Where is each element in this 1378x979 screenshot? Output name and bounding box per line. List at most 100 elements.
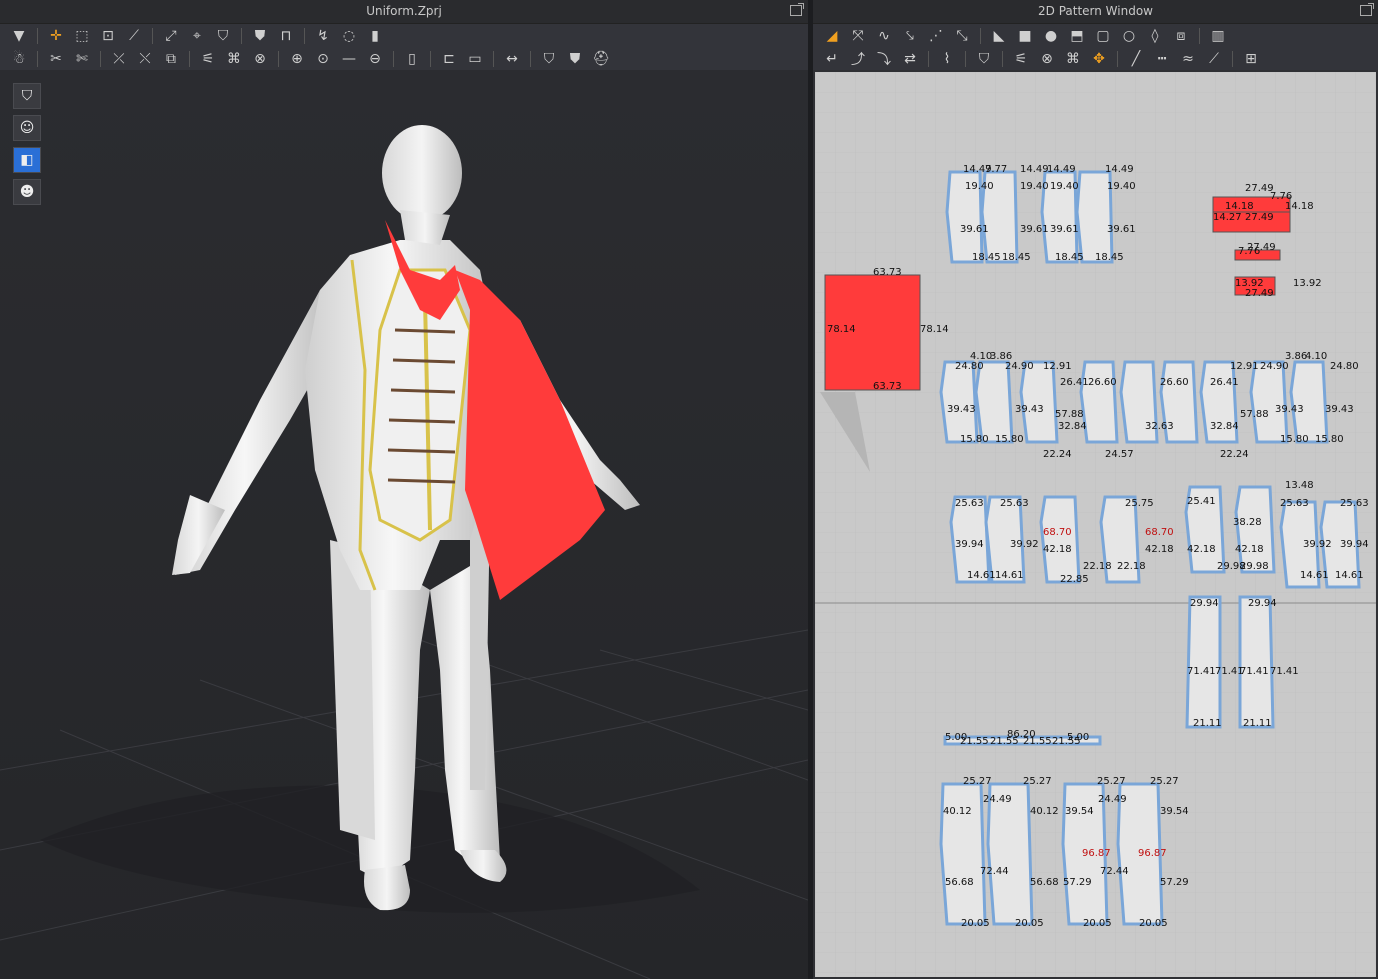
fold-2d-icon[interactable]: ⌇ bbox=[936, 49, 958, 69]
rectangle-icon[interactable]: ■ bbox=[1014, 26, 1036, 46]
bodice-middle-piece[interactable] bbox=[974, 360, 1014, 444]
curve-icon[interactable]: ∿ bbox=[873, 26, 895, 46]
topstitch-2d-icon[interactable]: ⚟ bbox=[1010, 49, 1032, 69]
tack-2d-icon[interactable]: ⌘ bbox=[1062, 49, 1084, 69]
measurement-label: 24.80 bbox=[955, 361, 984, 372]
internal-rect-icon[interactable]: ▢ bbox=[1092, 26, 1114, 46]
sleeve-piece[interactable] bbox=[1238, 595, 1275, 729]
lasso-icon[interactable]: ◌ bbox=[338, 26, 360, 46]
offset-icon[interactable]: ⤵ bbox=[873, 49, 895, 69]
add-point-icon[interactable]: ⤥ bbox=[899, 26, 921, 46]
edit-curve-point-icon[interactable]: ⤴ bbox=[847, 49, 869, 69]
arrow-down-icon[interactable]: ▼ bbox=[8, 26, 30, 46]
trace-icon[interactable]: ⊏ bbox=[438, 49, 460, 69]
drape-icon[interactable]: ↯ bbox=[312, 26, 334, 46]
bodice-middle-piece[interactable] bbox=[1019, 360, 1059, 444]
pin-icon[interactable]: ⌖ bbox=[186, 26, 208, 46]
measurement-label: 26.60 bbox=[1160, 377, 1189, 388]
measurement-label: 18.45 bbox=[1055, 252, 1084, 263]
mirror-icon[interactable]: ⇄ bbox=[899, 49, 921, 69]
pleat-icon[interactable]: ▥ bbox=[1207, 26, 1229, 46]
pattern-canvas[interactable]: 14.49 7.77 14.49 19.40 19.40 39.61 39.61 18.45 1… bbox=[815, 72, 1376, 977]
buttonhole-icon[interactable]: ⊙ bbox=[312, 49, 334, 69]
measurement-label: 25.63 bbox=[1280, 498, 1309, 509]
snap-icon[interactable]: ⊖ bbox=[364, 49, 386, 69]
select-box-icon[interactable]: ⬚ bbox=[71, 26, 93, 46]
avatar-silhouette-icon[interactable]: ☻ bbox=[13, 179, 41, 205]
avatar-display-toolbar: ⛉ ☺ ◧ ☻ bbox=[13, 83, 41, 205]
circle-icon[interactable]: ● bbox=[1040, 26, 1062, 46]
measurement-label: 15.80 bbox=[960, 434, 989, 445]
topstitch-icon[interactable]: ⚟ bbox=[197, 49, 219, 69]
coat-lower-piece[interactable] bbox=[1234, 485, 1276, 574]
free-sew-icon[interactable]: ✄ bbox=[71, 49, 93, 69]
hat-icon[interactable]: ⛑ bbox=[590, 49, 612, 69]
fit-icon[interactable]: ▭ bbox=[464, 49, 486, 69]
edit-pattern-icon[interactable]: ⊡ bbox=[97, 26, 119, 46]
dashed-line-icon[interactable]: ┅ bbox=[1151, 49, 1173, 69]
measurement-label: 96.87 bbox=[1082, 848, 1111, 859]
transform-icon[interactable]: ✛ bbox=[45, 26, 67, 46]
segment-sew-icon[interactable]: ✂ bbox=[45, 49, 67, 69]
zipper-icon[interactable]: — bbox=[338, 49, 360, 69]
edit-sew-icon[interactable]: ⤫ bbox=[108, 49, 130, 69]
avatar-pose-icon[interactable]: ☃ bbox=[8, 49, 30, 69]
garment-icon[interactable]: ⛉ bbox=[212, 26, 234, 46]
measurement-label: 19.40 bbox=[1107, 181, 1136, 192]
fold-arrange-icon[interactable]: ⧉ bbox=[160, 49, 182, 69]
tack-icon[interactable]: ⤬ bbox=[134, 49, 156, 69]
measurement-label: 14.18 bbox=[1225, 201, 1254, 212]
transform-pattern-icon[interactable]: ◢ bbox=[821, 26, 843, 46]
internal-polygon-icon[interactable]: ⬒ bbox=[1066, 26, 1088, 46]
folder-icon[interactable]: ◣ bbox=[988, 26, 1010, 46]
line-icon[interactable]: ╱ bbox=[1125, 49, 1147, 69]
internal-circle-icon[interactable]: ○ bbox=[1118, 26, 1140, 46]
trouser-piece[interactable] bbox=[986, 782, 1034, 926]
3d-viewport[interactable]: ⛉ ☺ ◧ ☻ bbox=[0, 70, 808, 979]
grid-icon[interactable]: ⊞ bbox=[1240, 49, 1262, 69]
measurement-label: 25.63 bbox=[1340, 498, 1369, 509]
notch-icon[interactable]: ⧈ bbox=[1170, 26, 1192, 46]
piping-icon[interactable]: ⊗ bbox=[249, 49, 271, 69]
slash-icon[interactable]: ⟋ bbox=[1203, 49, 1225, 69]
measurement-label: 68.70 bbox=[1145, 527, 1174, 538]
shirt-icon[interactable]: ⛉ bbox=[538, 49, 560, 69]
edit-point-icon[interactable]: ⤧ bbox=[847, 26, 869, 46]
measurement-label: 25.63 bbox=[955, 498, 984, 509]
show-garment-icon[interactable]: ⛉ bbox=[13, 83, 41, 109]
popout-icon[interactable] bbox=[1360, 3, 1374, 16]
polygon-icon[interactable]: ⋰ bbox=[925, 26, 947, 46]
seam-icon[interactable]: ⤢ bbox=[160, 26, 182, 46]
popout-icon[interactable] bbox=[790, 3, 804, 16]
coat-lower-piece[interactable] bbox=[1039, 495, 1081, 584]
split-icon[interactable]: ⤡ bbox=[951, 26, 973, 46]
sew-2d-icon[interactable]: ⛉ bbox=[973, 49, 995, 69]
sleeve-piece[interactable] bbox=[1185, 595, 1222, 729]
bodice-middle-piece[interactable] bbox=[1289, 360, 1329, 444]
puckering-icon[interactable]: ⌘ bbox=[223, 49, 245, 69]
measurement-label: 27.49 bbox=[1247, 242, 1276, 253]
fold-icon[interactable]: ⟋ bbox=[123, 26, 145, 46]
3d-garment-window: Uniform.Zprj ▼ ✛ ⬚ ⊡ ⟋ ⤢ ⌖ ⛉ ⛊ ⊓ ↯ ◌ ▮ ☃… bbox=[0, 0, 808, 979]
measure-icon[interactable]: ▯ bbox=[401, 49, 423, 69]
tuck-icon[interactable]: ⛊ bbox=[249, 26, 271, 46]
measurement-label: 13.92 bbox=[1293, 278, 1322, 289]
dart-icon[interactable]: ◊ bbox=[1144, 26, 1166, 46]
measurement-label: 63.73 bbox=[873, 267, 902, 278]
bodice-middle-piece[interactable] bbox=[1249, 360, 1289, 444]
texture-mode-icon[interactable]: ◧ bbox=[13, 147, 41, 173]
jacket-icon[interactable]: ⛊ bbox=[564, 49, 586, 69]
trouser-piece[interactable] bbox=[939, 782, 987, 926]
sew-icon[interactable]: ⊓ bbox=[275, 26, 297, 46]
pin-2d-icon[interactable]: ✥ bbox=[1088, 49, 1110, 69]
bodice-middle-piece[interactable] bbox=[939, 360, 979, 444]
strain-icon[interactable]: ↔ bbox=[501, 49, 523, 69]
show-avatar-icon[interactable]: ☺ bbox=[13, 115, 41, 141]
button-icon[interactable]: ⊕ bbox=[286, 49, 308, 69]
3d-window-title: Uniform.Zprj bbox=[366, 4, 442, 18]
edit-curvature-icon[interactable]: ↵ bbox=[821, 49, 843, 69]
wave-icon[interactable]: ≈ bbox=[1177, 49, 1199, 69]
measurement-label: 25.27 bbox=[1023, 776, 1052, 787]
ruler-icon[interactable]: ▮ bbox=[364, 26, 386, 46]
piping-2d-icon[interactable]: ⊗ bbox=[1036, 49, 1058, 69]
